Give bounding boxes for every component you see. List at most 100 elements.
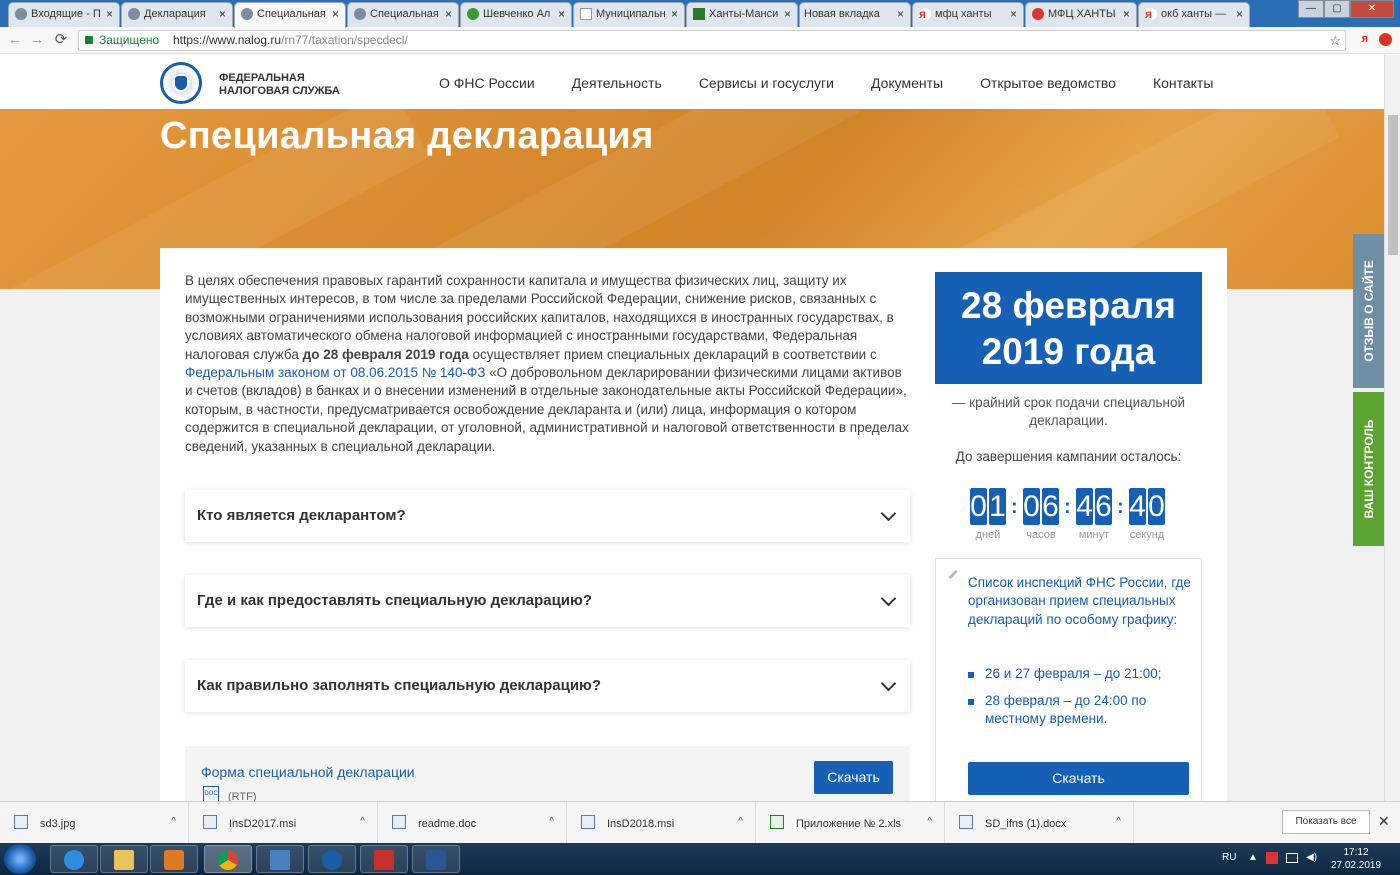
tab-close-icon[interactable]: × <box>1123 7 1130 21</box>
control-side-tab[interactable]: ВАШ КОНТРОЛЬ <box>1353 392 1384 546</box>
page-scrollbar[interactable] <box>1384 55 1400 801</box>
kaspersky-icon <box>374 850 394 870</box>
download-item[interactable]: Приложение № 2.xls ^ <box>756 802 945 844</box>
site-logo-text[interactable]: ФЕДЕРАЛЬНАЯ НАЛОГОВАЯ СЛУЖБА <box>219 72 340 98</box>
nav-item-open-agency[interactable]: Открытое ведомство <box>980 75 1116 91</box>
countdown-separator: : <box>1011 496 1018 518</box>
main-nav: О ФНС России Деятельность Сервисы и госу… <box>439 75 1250 91</box>
tab-close-icon[interactable]: × <box>445 7 452 21</box>
back-button[interactable]: ← <box>6 31 24 49</box>
chevron-up-icon[interactable]: ^ <box>360 816 365 827</box>
tab-close-icon[interactable]: × <box>332 7 339 21</box>
lock-icon <box>85 36 93 44</box>
forward-button[interactable]: → <box>28 31 46 49</box>
windows-taskbar: RU ▲ ◀) 17:12 27.02.2019 <box>0 843 1400 875</box>
nav-item-documents[interactable]: Документы <box>871 75 943 91</box>
taskbar-media-player[interactable] <box>150 845 198 873</box>
browser-tab[interactable]: Входящие - П × <box>8 2 120 27</box>
tab-close-icon[interactable]: × <box>671 7 678 21</box>
browser-tab[interactable]: Муниципальн × <box>573 2 685 27</box>
show-all-downloads-button[interactable]: Показать все <box>1282 810 1370 834</box>
installer-file-icon <box>203 815 217 829</box>
network-icon[interactable] <box>1286 853 1298 863</box>
address-bar[interactable]: Защищено https://www.nalog.ru/rn77/taxat… <box>78 30 1346 51</box>
download-item[interactable]: sd3.jpg ^ <box>0 802 189 844</box>
tab-close-icon[interactable]: × <box>897 7 904 21</box>
tab-close-icon[interactable]: × <box>558 7 565 21</box>
accordion-who-declarant[interactable]: Кто является декларантом? <box>185 490 910 542</box>
countdown-value: 40 <box>1128 488 1166 525</box>
countdown-digit: 0 <box>1148 488 1165 525</box>
taskbar-explorer[interactable] <box>100 845 148 873</box>
page-icon <box>580 8 592 20</box>
yandex-icon: я <box>919 8 931 20</box>
browser-tab[interactable]: я окб ханты — × <box>1138 2 1250 27</box>
browser-toolbar: ← → ⟳ Защищено https://www.nalog.ru/rn77… <box>0 27 1400 54</box>
close-download-bar-icon[interactable]: ✕ <box>1378 813 1390 830</box>
download-item[interactable]: SD_ifns (1).docx ^ <box>945 802 1134 844</box>
maximize-button[interactable]: ▢ <box>1324 0 1350 18</box>
page-title: Специальная декларация <box>160 115 654 157</box>
language-indicator[interactable]: RU <box>1222 852 1236 863</box>
feedback-side-tab[interactable]: ОТЗЫВ О САЙТЕ <box>1353 234 1384 388</box>
declaration-form-link[interactable]: Форма специальной декларации <box>201 764 415 780</box>
system-clock[interactable]: 17:12 27.02.2019 <box>1326 846 1386 872</box>
tab-close-icon[interactable]: × <box>219 7 226 21</box>
accordion-where-submit[interactable]: Где и как предоставлять специальную декл… <box>185 575 910 627</box>
volume-icon[interactable]: ◀) <box>1306 852 1317 863</box>
taskbar-chrome[interactable] <box>204 845 252 873</box>
start-button[interactable] <box>4 844 36 874</box>
countdown-digit: 0 <box>970 488 987 525</box>
info-icon <box>322 850 342 870</box>
doc-file-icon: DOC <box>203 786 219 802</box>
tab-close-icon[interactable]: × <box>106 7 113 21</box>
download-item[interactable]: InsD2018.msi ^ <box>567 802 756 844</box>
bookmark-star-icon[interactable]: ☆ <box>1329 31 1341 50</box>
extension-icon[interactable] <box>1379 33 1392 46</box>
taskbar-kaspersky[interactable] <box>360 845 408 873</box>
browser-tab[interactable]: МФЦ ХАНТЫ × <box>1025 2 1137 27</box>
browser-tab-active[interactable]: Специальная × <box>234 2 346 28</box>
browser-tab[interactable]: Ханты-Манси × <box>686 2 798 27</box>
tab-close-icon[interactable]: × <box>1010 7 1017 21</box>
browser-tab[interactable]: я мфц ханты × <box>912 2 1024 27</box>
nav-item-about[interactable]: О ФНС России <box>439 75 535 91</box>
countdown-minutes: 46 минут <box>1076 488 1112 541</box>
browser-tab[interactable]: Специальная × <box>347 2 459 27</box>
browser-tab[interactable]: Декларация × <box>121 2 233 27</box>
chevron-up-icon[interactable]: ^ <box>549 816 554 827</box>
chevron-up-icon[interactable]: ^ <box>1116 816 1121 827</box>
action-center-flag-icon[interactable] <box>1266 852 1278 864</box>
accordion-how-fill[interactable]: Как правильно заполнять специальную декл… <box>185 660 910 712</box>
browser-tab[interactable]: Новая вкладка × <box>799 2 911 27</box>
chevron-up-icon[interactable]: ^ <box>171 816 176 827</box>
nav-item-services[interactable]: Сервисы и госуслуги <box>699 75 834 91</box>
taskbar-info[interactable] <box>308 845 356 873</box>
yandex-extension-icon[interactable]: я <box>1362 33 1368 45</box>
taskbar-app[interactable] <box>256 845 304 873</box>
tab-close-icon[interactable]: × <box>784 7 791 21</box>
download-inspections-button[interactable]: Скачать <box>968 762 1189 795</box>
declaration-form-block: Форма специальной декларации DOC (RTF) С… <box>185 746 910 806</box>
chevron-up-icon[interactable]: ^ <box>927 816 932 827</box>
federal-law-link[interactable]: Федеральным законом от 08.06.2015 № 140-… <box>185 365 485 380</box>
close-window-button[interactable]: ✕ <box>1350 0 1394 18</box>
taskbar-ie[interactable] <box>50 845 98 873</box>
chevron-up-icon[interactable]: ^ <box>738 816 743 827</box>
accordion-title: Кто является декларантом? <box>197 507 406 524</box>
nav-item-activity[interactable]: Деятельность <box>572 75 662 91</box>
reload-button[interactable]: ⟳ <box>52 31 70 49</box>
download-form-button[interactable]: Скачать <box>814 761 893 794</box>
tray-expand-icon[interactable]: ▲ <box>1248 852 1258 863</box>
scroll-thumb[interactable] <box>1388 115 1398 255</box>
inspections-title[interactable]: Список инспекций ФНС России, где организ… <box>968 574 1193 629</box>
fns-emblem-icon[interactable] <box>160 62 202 104</box>
download-item[interactable]: readme.doc ^ <box>378 802 567 844</box>
image-file-icon <box>14 815 28 829</box>
download-item[interactable]: InsD2017.msi ^ <box>189 802 378 844</box>
minimize-button[interactable]: — <box>1298 0 1324 18</box>
tab-close-icon[interactable]: × <box>1236 7 1243 21</box>
taskbar-word[interactable] <box>412 845 460 873</box>
browser-tab[interactable]: Шевченко Ал × <box>460 2 572 27</box>
nav-item-contacts[interactable]: Контакты <box>1153 75 1213 91</box>
